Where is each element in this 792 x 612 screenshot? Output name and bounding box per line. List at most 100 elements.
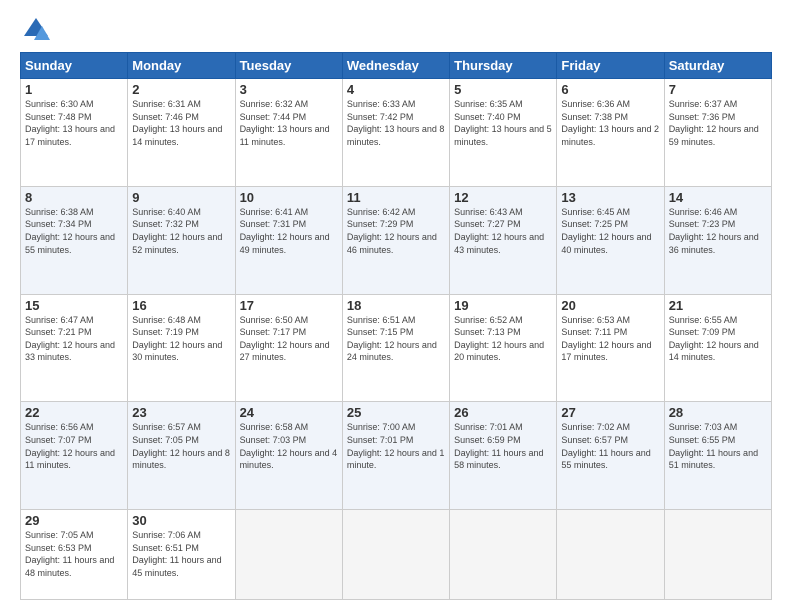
day-info: Sunrise: 6:33 AMSunset: 7:42 PMDaylight:… (347, 99, 445, 147)
day-number: 2 (132, 82, 230, 97)
day-number: 15 (25, 298, 123, 313)
day-info: Sunrise: 6:41 AMSunset: 7:31 PMDaylight:… (240, 207, 330, 255)
table-row: 13 Sunrise: 6:45 AMSunset: 7:25 PMDaylig… (557, 186, 664, 294)
day-info: Sunrise: 6:36 AMSunset: 7:38 PMDaylight:… (561, 99, 659, 147)
day-number: 23 (132, 405, 230, 420)
day-number: 16 (132, 298, 230, 313)
calendar-week-row: 29 Sunrise: 7:05 AMSunset: 6:53 PMDaylig… (21, 510, 772, 600)
day-number: 4 (347, 82, 445, 97)
day-info: Sunrise: 6:55 AMSunset: 7:09 PMDaylight:… (669, 315, 759, 363)
table-row: 22 Sunrise: 6:56 AMSunset: 7:07 PMDaylig… (21, 402, 128, 510)
table-row: 19 Sunrise: 6:52 AMSunset: 7:13 PMDaylig… (450, 294, 557, 402)
day-number: 26 (454, 405, 552, 420)
day-number: 11 (347, 190, 445, 205)
day-info: Sunrise: 6:52 AMSunset: 7:13 PMDaylight:… (454, 315, 544, 363)
page: Sunday Monday Tuesday Wednesday Thursday… (0, 0, 792, 612)
table-row: 17 Sunrise: 6:50 AMSunset: 7:17 PMDaylig… (235, 294, 342, 402)
day-info: Sunrise: 6:32 AMSunset: 7:44 PMDaylight:… (240, 99, 330, 147)
day-number: 21 (669, 298, 767, 313)
table-row: 20 Sunrise: 6:53 AMSunset: 7:11 PMDaylig… (557, 294, 664, 402)
day-info: Sunrise: 6:40 AMSunset: 7:32 PMDaylight:… (132, 207, 222, 255)
day-number: 13 (561, 190, 659, 205)
day-info: Sunrise: 7:01 AMSunset: 6:59 PMDaylight:… (454, 422, 543, 470)
day-number: 29 (25, 513, 123, 528)
table-row: 30 Sunrise: 7:06 AMSunset: 6:51 PMDaylig… (128, 510, 235, 600)
day-info: Sunrise: 7:02 AMSunset: 6:57 PMDaylight:… (561, 422, 650, 470)
table-row: 1 Sunrise: 6:30 AMSunset: 7:48 PMDayligh… (21, 79, 128, 187)
calendar-header-row: Sunday Monday Tuesday Wednesday Thursday… (21, 53, 772, 79)
day-number: 19 (454, 298, 552, 313)
col-monday: Monday (128, 53, 235, 79)
day-number: 14 (669, 190, 767, 205)
table-row: 3 Sunrise: 6:32 AMSunset: 7:44 PMDayligh… (235, 79, 342, 187)
table-row: 25 Sunrise: 7:00 AMSunset: 7:01 PMDaylig… (342, 402, 449, 510)
day-info: Sunrise: 6:46 AMSunset: 7:23 PMDaylight:… (669, 207, 759, 255)
table-row: 21 Sunrise: 6:55 AMSunset: 7:09 PMDaylig… (664, 294, 771, 402)
day-number: 10 (240, 190, 338, 205)
day-number: 28 (669, 405, 767, 420)
calendar-table: Sunday Monday Tuesday Wednesday Thursday… (20, 52, 772, 600)
table-row: 12 Sunrise: 6:43 AMSunset: 7:27 PMDaylig… (450, 186, 557, 294)
day-info: Sunrise: 6:58 AMSunset: 7:03 PMDaylight:… (240, 422, 338, 470)
day-info: Sunrise: 6:53 AMSunset: 7:11 PMDaylight:… (561, 315, 651, 363)
day-info: Sunrise: 6:38 AMSunset: 7:34 PMDaylight:… (25, 207, 115, 255)
day-info: Sunrise: 6:57 AMSunset: 7:05 PMDaylight:… (132, 422, 230, 470)
day-number: 12 (454, 190, 552, 205)
col-wednesday: Wednesday (342, 53, 449, 79)
table-row: 6 Sunrise: 6:36 AMSunset: 7:38 PMDayligh… (557, 79, 664, 187)
table-row: 18 Sunrise: 6:51 AMSunset: 7:15 PMDaylig… (342, 294, 449, 402)
day-info: Sunrise: 7:05 AMSunset: 6:53 PMDaylight:… (25, 530, 114, 578)
day-number: 17 (240, 298, 338, 313)
day-info: Sunrise: 6:51 AMSunset: 7:15 PMDaylight:… (347, 315, 437, 363)
col-tuesday: Tuesday (235, 53, 342, 79)
day-number: 9 (132, 190, 230, 205)
day-info: Sunrise: 6:47 AMSunset: 7:21 PMDaylight:… (25, 315, 115, 363)
table-row (342, 510, 449, 600)
day-info: Sunrise: 6:50 AMSunset: 7:17 PMDaylight:… (240, 315, 330, 363)
calendar-week-row: 8 Sunrise: 6:38 AMSunset: 7:34 PMDayligh… (21, 186, 772, 294)
table-row (557, 510, 664, 600)
day-info: Sunrise: 7:00 AMSunset: 7:01 PMDaylight:… (347, 422, 445, 470)
day-info: Sunrise: 6:48 AMSunset: 7:19 PMDaylight:… (132, 315, 222, 363)
table-row: 8 Sunrise: 6:38 AMSunset: 7:34 PMDayligh… (21, 186, 128, 294)
day-number: 27 (561, 405, 659, 420)
day-number: 20 (561, 298, 659, 313)
table-row: 9 Sunrise: 6:40 AMSunset: 7:32 PMDayligh… (128, 186, 235, 294)
day-info: Sunrise: 6:43 AMSunset: 7:27 PMDaylight:… (454, 207, 544, 255)
table-row: 27 Sunrise: 7:02 AMSunset: 6:57 PMDaylig… (557, 402, 664, 510)
header (20, 16, 772, 44)
table-row: 23 Sunrise: 6:57 AMSunset: 7:05 PMDaylig… (128, 402, 235, 510)
day-number: 30 (132, 513, 230, 528)
day-number: 18 (347, 298, 445, 313)
day-info: Sunrise: 6:30 AMSunset: 7:48 PMDaylight:… (25, 99, 115, 147)
table-row: 15 Sunrise: 6:47 AMSunset: 7:21 PMDaylig… (21, 294, 128, 402)
table-row (450, 510, 557, 600)
calendar-week-row: 22 Sunrise: 6:56 AMSunset: 7:07 PMDaylig… (21, 402, 772, 510)
table-row: 14 Sunrise: 6:46 AMSunset: 7:23 PMDaylig… (664, 186, 771, 294)
table-row: 7 Sunrise: 6:37 AMSunset: 7:36 PMDayligh… (664, 79, 771, 187)
day-info: Sunrise: 7:06 AMSunset: 6:51 PMDaylight:… (132, 530, 221, 578)
day-info: Sunrise: 6:42 AMSunset: 7:29 PMDaylight:… (347, 207, 437, 255)
table-row: 24 Sunrise: 6:58 AMSunset: 7:03 PMDaylig… (235, 402, 342, 510)
logo-icon (22, 16, 50, 44)
table-row: 11 Sunrise: 6:42 AMSunset: 7:29 PMDaylig… (342, 186, 449, 294)
day-number: 3 (240, 82, 338, 97)
calendar-week-row: 15 Sunrise: 6:47 AMSunset: 7:21 PMDaylig… (21, 294, 772, 402)
day-info: Sunrise: 6:31 AMSunset: 7:46 PMDaylight:… (132, 99, 222, 147)
table-row: 28 Sunrise: 7:03 AMSunset: 6:55 PMDaylig… (664, 402, 771, 510)
col-thursday: Thursday (450, 53, 557, 79)
col-saturday: Saturday (664, 53, 771, 79)
day-number: 6 (561, 82, 659, 97)
table-row (664, 510, 771, 600)
col-friday: Friday (557, 53, 664, 79)
day-number: 7 (669, 82, 767, 97)
day-number: 5 (454, 82, 552, 97)
day-number: 8 (25, 190, 123, 205)
table-row: 10 Sunrise: 6:41 AMSunset: 7:31 PMDaylig… (235, 186, 342, 294)
calendar-week-row: 1 Sunrise: 6:30 AMSunset: 7:48 PMDayligh… (21, 79, 772, 187)
day-info: Sunrise: 6:45 AMSunset: 7:25 PMDaylight:… (561, 207, 651, 255)
table-row (235, 510, 342, 600)
table-row: 16 Sunrise: 6:48 AMSunset: 7:19 PMDaylig… (128, 294, 235, 402)
day-number: 1 (25, 82, 123, 97)
table-row: 4 Sunrise: 6:33 AMSunset: 7:42 PMDayligh… (342, 79, 449, 187)
